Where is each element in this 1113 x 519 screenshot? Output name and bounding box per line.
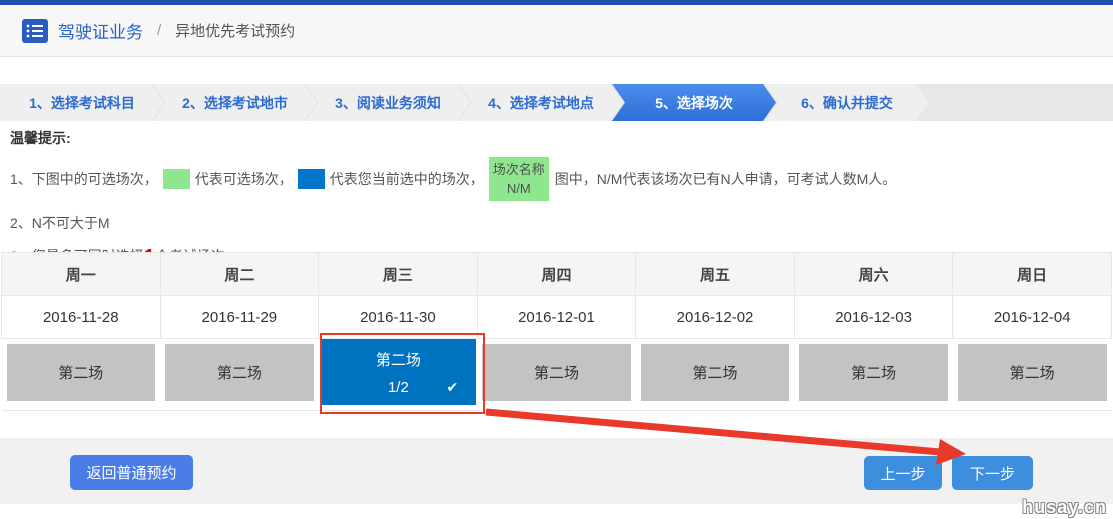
- date-cell: 2016-12-03: [794, 296, 953, 339]
- step-tab-label: 6、确认并提交: [801, 93, 893, 113]
- weekday-header: 周二: [160, 253, 319, 296]
- session-name: 第二场: [376, 349, 421, 370]
- step-tab-6[interactable]: 6、确认并提交: [765, 84, 929, 121]
- session-legend-box: 场次名称 N/M: [489, 157, 549, 201]
- breadcrumb: 驾驶证业务 / 异地优先考试预约: [0, 5, 1113, 57]
- notice-blue-label: 代表您当前选中的场次，: [330, 169, 484, 189]
- session-cell: 第二场: [636, 339, 795, 411]
- next-step-button[interactable]: 下一步: [952, 456, 1033, 490]
- notice-line1-prefix: 1、下图中的可选场次，: [10, 169, 158, 189]
- date-cell: 2016-12-02: [636, 296, 795, 339]
- schedule-table-wrap: 周一 周二 周三 周四 周五 周六 周日 2016-11-28 2016-11-…: [1, 252, 1112, 411]
- date-cell: 2016-12-01: [477, 296, 636, 339]
- session-cell: 第二场: [477, 339, 636, 411]
- session-slot[interactable]: 第二场: [482, 344, 631, 401]
- session-cell-selected: 第二场 1/2 ✔: [319, 339, 478, 411]
- session-slot[interactable]: 第二场: [165, 344, 314, 401]
- session-cell: 第二场: [953, 339, 1112, 411]
- page-title: 异地优先考试预约: [175, 20, 295, 41]
- available-swatch: [163, 169, 190, 189]
- session-slot[interactable]: 第二场: [799, 344, 948, 401]
- session-slot[interactable]: 第二场: [7, 344, 156, 401]
- session-count: 1/2: [388, 379, 409, 396]
- notice-green-label: 代表可选场次，: [195, 169, 293, 189]
- notice-section: 温馨提示: 1、下图中的可选场次， 代表可选场次， 代表您当前选中的场次， 场次…: [10, 124, 1109, 266]
- notice-title: 温馨提示:: [10, 128, 1109, 148]
- previous-step-button[interactable]: 上一步: [864, 456, 942, 490]
- legend-box-title: 场次名称: [489, 160, 549, 179]
- weekday-header: 周六: [794, 253, 953, 296]
- selected-swatch: [298, 169, 325, 189]
- session-slot[interactable]: 第二场: [641, 344, 790, 401]
- legend-box-value: N/M: [489, 179, 549, 198]
- weekday-header: 周一: [2, 253, 161, 296]
- breadcrumb-separator: /: [157, 22, 161, 39]
- date-row: 2016-11-28 2016-11-29 2016-11-30 2016-12…: [2, 296, 1112, 339]
- schedule-table: 周一 周二 周三 周四 周五 周六 周日 2016-11-28 2016-11-…: [1, 252, 1112, 411]
- watermark: husay.cn: [1022, 497, 1107, 518]
- session-slot[interactable]: 第二场: [958, 344, 1107, 401]
- session-cell: 第二场: [2, 339, 161, 411]
- weekday-header: 周五: [636, 253, 795, 296]
- date-cell: 2016-12-04: [953, 296, 1112, 339]
- step-tab-5-active[interactable]: 5、选择场次: [612, 84, 776, 121]
- date-cell: 2016-11-29: [160, 296, 319, 339]
- step-tab-3[interactable]: 3、阅读业务须知: [306, 84, 470, 121]
- weekday-header-row: 周一 周二 周三 周四 周五 周六 周日: [2, 253, 1112, 296]
- session-cell: 第二场: [794, 339, 953, 411]
- breadcrumb-category[interactable]: 驾驶证业务: [58, 18, 143, 43]
- weekday-header: 周三: [319, 253, 478, 296]
- list-icon: [22, 19, 48, 43]
- step-tab-label: 2、选择考试地市: [182, 93, 288, 113]
- step-tab-2[interactable]: 2、选择考试地市: [153, 84, 317, 121]
- step-tabs: 1、选择考试科目 2、选择考试地市 3、阅读业务须知 4、选择考试地点 5、选择…: [0, 84, 1113, 121]
- date-cell: 2016-11-28: [2, 296, 161, 339]
- step-tab-4[interactable]: 4、选择考试地点: [459, 84, 623, 121]
- session-cell: 第二场: [160, 339, 319, 411]
- date-cell: 2016-11-30: [319, 296, 478, 339]
- session-count-row: 1/2 ✔: [321, 379, 477, 396]
- notice-line-2: 2、N不可大于M: [10, 213, 1109, 233]
- notice-line-1: 1、下图中的可选场次， 代表可选场次， 代表您当前选中的场次， 场次名称 N/M…: [10, 157, 1109, 201]
- weekday-header: 周四: [477, 253, 636, 296]
- footer-bar: 返回普通预约 上一步 下一步: [0, 438, 1113, 504]
- exam-booking-page: 驾驶证业务 / 异地优先考试预约 1、选择考试科目 2、选择考试地市 3、阅读业…: [0, 0, 1113, 519]
- check-icon: ✔: [446, 379, 458, 396]
- step-tab-label: 5、选择场次: [655, 93, 733, 113]
- notice-line1-suffix: 图中，N/M代表该场次已有N人申请，可考试人数M人。: [555, 169, 896, 189]
- session-row: 第二场 第二场 第二场 1/2 ✔ 第二场 第二场 第二场 第二场: [2, 339, 1112, 411]
- return-normal-booking-button[interactable]: 返回普通预约: [70, 455, 193, 490]
- step-tab-label: 3、阅读业务须知: [335, 93, 441, 113]
- step-tab-label: 1、选择考试科目: [29, 93, 135, 113]
- session-slot-selected[interactable]: 第二场 1/2 ✔: [321, 339, 477, 405]
- step-tab-label: 4、选择考试地点: [488, 93, 594, 113]
- weekday-header: 周日: [953, 253, 1112, 296]
- step-tab-1[interactable]: 1、选择考试科目: [0, 84, 164, 121]
